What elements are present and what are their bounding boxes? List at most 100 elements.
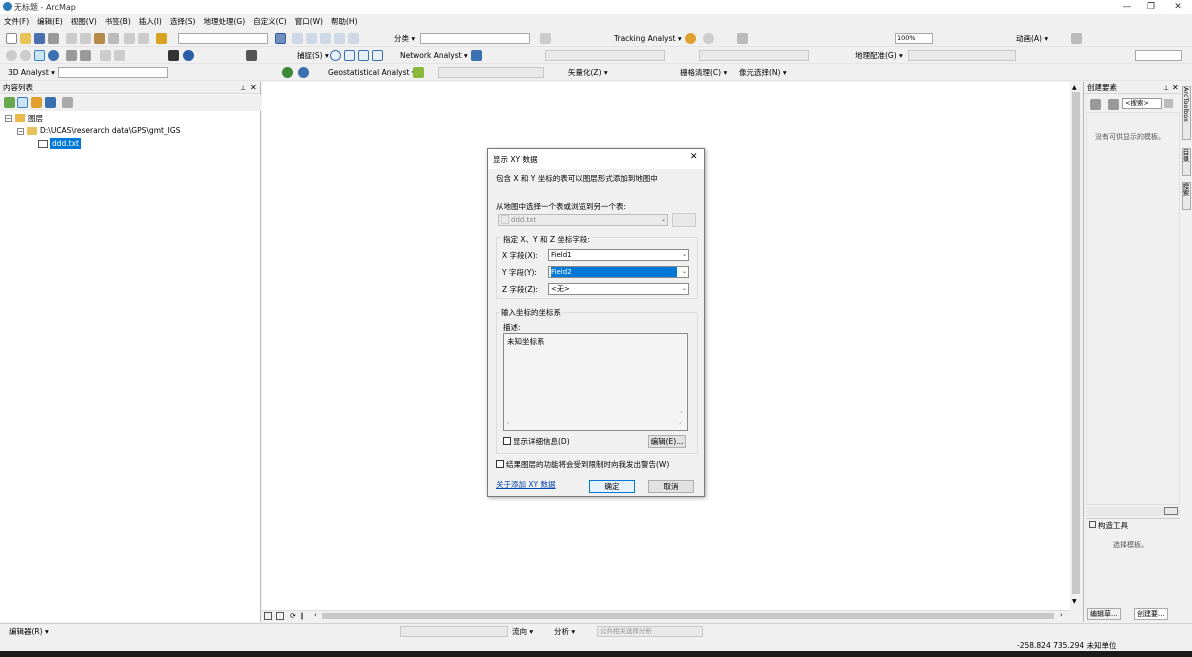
tab-arctoolbox[interactable]: ArcToolbox [1182,86,1191,140]
y-field-select[interactable]: Field2 ⌄ [548,266,689,278]
fixed-zoom-in-icon[interactable] [66,50,77,61]
toolbox-window-icon[interactable] [334,33,345,44]
data-view-icon[interactable] [264,612,272,620]
vectorization-dropdown[interactable]: 矢量化(Z) ▾ [568,66,608,79]
search-window-icon[interactable] [320,33,331,44]
georef-target-combo[interactable] [908,50,1016,61]
classify-dropdown[interactable]: 分类 ▾ [394,32,415,45]
x-field-select[interactable]: Field1 ⌄ [548,249,689,261]
z-field-select[interactable]: <无> ⌄ [548,283,689,295]
pin-icon[interactable]: ⊥ [240,82,246,94]
list-by-source-icon[interactable] [17,97,28,108]
zoom-combo[interactable]: 100% [895,33,933,44]
network-window-icon[interactable] [471,50,482,61]
print-icon[interactable] [48,33,59,44]
scroll-right-icon[interactable]: › [1060,611,1063,619]
scroll-left-icon[interactable]: ‹ [314,611,317,619]
forward-extent-icon[interactable] [114,50,125,61]
python-window-icon[interactable] [348,33,359,44]
template-search-input[interactable]: <搜索> [1122,98,1162,109]
geostatistical-analyst-dropdown[interactable]: Geostatistical Analyst ▾ [328,66,416,79]
undo-icon[interactable] [124,33,135,44]
pause-icon[interactable]: ∥ [300,612,304,620]
pin-icon[interactable]: ⊥ [1163,82,1169,94]
delete-icon[interactable] [108,33,119,44]
save-icon[interactable] [34,33,45,44]
scroll-right-icon[interactable]: › [679,420,681,427]
collapse-folder-icon[interactable]: − [17,128,24,135]
raster-cleanup-dropdown[interactable]: 栅格清理(C) ▾ [680,66,727,79]
analysis-combo[interactable]: 公共相关选择分析 [597,626,703,637]
scroll-thumb[interactable] [1072,92,1080,594]
edge-snap-icon[interactable] [372,50,383,61]
vertex-snap-icon[interactable] [358,50,369,61]
copy-icon[interactable] [80,33,91,44]
menu-file[interactable]: 文件(F) [0,14,33,30]
3d-analyst-dropdown[interactable]: 3D Analyst ▾ [8,66,55,79]
menu-selection[interactable]: 选择(S) [166,14,200,30]
end-snap-icon[interactable] [344,50,355,61]
table-window-icon[interactable] [292,33,303,44]
layout-icon[interactable] [1071,33,1082,44]
zoom-out-icon[interactable] [20,50,31,61]
network-combo[interactable] [545,50,665,61]
geostat-icon[interactable] [298,67,309,78]
tab-catalog[interactable]: 目录 [1181,148,1191,176]
refresh-icon[interactable]: ⟳ [290,612,296,620]
scroll-left-icon[interactable]: ‹ [507,420,509,427]
tab-edit-sketch[interactable]: 编辑草... [1087,608,1121,620]
horizontal-scrollbar[interactable]: ⟳ ∥ ‹ › [262,610,1070,622]
point-snap-icon[interactable] [330,50,341,61]
find-icon[interactable] [246,50,257,61]
cancel-button[interactable]: 取消 [648,480,694,493]
layout-view-icon[interactable] [276,612,284,620]
vertical-scrollbar[interactable]: ▲ ▼ [1070,82,1082,610]
menu-customize[interactable]: 自定义(C) [249,14,291,30]
zoom-in-icon[interactable] [6,50,17,61]
classify-combo[interactable] [420,33,530,44]
minimize-button[interactable]: — [1115,0,1139,14]
edit-button[interactable]: 编辑(E)... [648,435,686,448]
table-item-ddd[interactable]: ddd.txt [50,138,81,149]
list-by-visibility-icon[interactable] [31,97,42,108]
close-icon[interactable]: ✕ [1172,82,1179,94]
editor-target-combo[interactable] [400,626,508,637]
list-by-selection-icon[interactable] [45,97,56,108]
scroll-down-icon[interactable]: ▼ [1072,598,1077,605]
menu-geoprocessing[interactable]: 地理处理(G) [199,14,249,30]
organize-templates-icon[interactable] [1090,99,1101,110]
animation-dropdown[interactable]: 动画(A) ▾ [1016,32,1048,45]
georef-tool-icon[interactable] [540,33,551,44]
close-window-button[interactable]: ✕ [1166,0,1190,14]
menu-view[interactable]: 视图(V) [67,14,101,30]
pan-icon[interactable] [34,50,45,61]
geostat-combo[interactable] [438,67,544,78]
filter-icon[interactable] [1108,99,1119,110]
redo-icon[interactable] [138,33,149,44]
flow-direction-dropdown[interactable]: 流向 ▾ [512,625,533,638]
menu-bookmarks[interactable]: 书签(B) [101,14,135,30]
snapping-dropdown[interactable]: 捕捉(S) ▾ [297,49,329,62]
dialog-close-button[interactable]: ✕ [690,152,698,162]
new-icon[interactable] [6,33,17,44]
close-icon[interactable]: ✕ [250,82,257,94]
catalog-window-icon[interactable] [306,33,317,44]
add-data-icon[interactable] [156,33,167,44]
georef-extra-combo[interactable] [1135,50,1182,61]
editor-dropdown[interactable]: 编辑器(R) ▾ [9,625,49,638]
h-scroll-thumb[interactable] [322,613,1054,619]
warning-checkbox[interactable] [496,460,504,468]
tracking-play-icon[interactable] [703,33,714,44]
tab-search[interactable]: 搜索 [1181,182,1191,210]
about-xy-data-link[interactable]: 关于添加 XY 数据 [496,479,556,490]
tracking-analyst-dropdown[interactable]: Tracking Analyst ▾ [614,32,682,45]
menu-edit[interactable]: 编辑(E) [33,14,67,30]
options-icon[interactable] [62,97,73,108]
georef-layer-combo[interactable] [699,50,809,61]
collapse-panel-icon[interactable] [1164,507,1178,515]
layers-label[interactable]: 图层 [28,113,43,124]
fixed-zoom-out-icon[interactable] [80,50,91,61]
tab-create-features[interactable]: 创建要... [1134,608,1168,620]
menu-windows[interactable]: 窗口(W) [291,14,327,30]
georeferencing-dropdown[interactable]: 地理配准(G) ▾ [855,49,903,62]
